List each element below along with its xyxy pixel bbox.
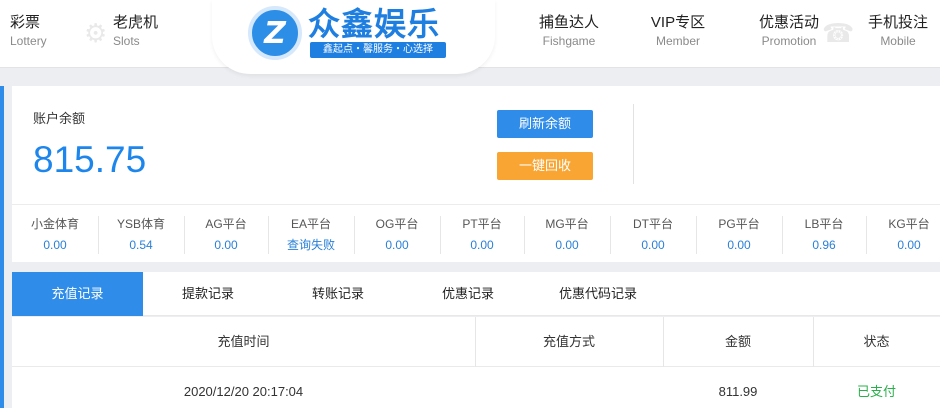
nav-member[interactable]: VIP专区 Member (645, 14, 711, 49)
nav-fishgame-en: Fishgame (542, 34, 596, 48)
refresh-balance-button[interactable]: 刷新余额 (497, 110, 593, 138)
nav-mobile[interactable]: 手机投注 Mobile (864, 14, 932, 49)
nav-lottery-zh: 彩票 (10, 14, 41, 31)
cell-deposit-method (475, 377, 663, 407)
platform-pt: PT平台 0.00 (440, 216, 524, 253)
nav-fishgame-zh: 捕鱼达人 (538, 14, 599, 31)
nav-slots-en: Slots (113, 34, 140, 48)
panel-hr (12, 204, 940, 205)
panel-divider (633, 104, 634, 184)
nav-promotion-zh: 优惠活动 (758, 14, 819, 31)
tab-promo-code-records[interactable]: 优惠代码记录 (533, 272, 663, 316)
platform-name: LB平台 (804, 217, 844, 231)
platform-og: OG平台 0.00 (354, 216, 440, 253)
nav-member-zh: VIP专区 (650, 14, 706, 31)
nav-fishgame[interactable]: 捕鱼达人 Fishgame (536, 14, 602, 49)
platform-name: EA平台 (290, 217, 331, 231)
platform-kg: KG平台 0.00 (866, 216, 940, 253)
platform-name: AG平台 (205, 217, 247, 231)
nav-mobile-zh: 手机投注 (867, 14, 928, 31)
logo-mark-icon: Z (248, 6, 302, 60)
platform-name: OG平台 (375, 217, 419, 231)
platform-dt: DT平台 0.00 (610, 216, 696, 253)
platform-lb: LB平台 0.96 (782, 216, 866, 253)
platform-balance: 0.00 (385, 238, 409, 252)
platform-name: 小金体育 (30, 217, 79, 231)
tab-deposit-records[interactable]: 充值记录 (12, 272, 143, 316)
col-deposit-method: 充值方式 (542, 334, 595, 349)
slot-machine-watermark-icon: ⚙ (84, 18, 108, 48)
phone-watermark-icon: ☎ (822, 18, 855, 48)
platform-name: YSB体育 (116, 217, 165, 231)
platform-balance: 0.00 (641, 238, 665, 252)
nav-promotion[interactable]: 优惠活动 Promotion (752, 14, 826, 49)
nav-promotion-en: Promotion (761, 34, 817, 48)
account-panel: 账户余额 815.75 刷新余额 一键回收 小金体育 0.00 YSB体育 0.… (12, 86, 940, 262)
sidebar-edge (0, 86, 4, 408)
platform-balance: 0.00 (555, 238, 579, 252)
nav-lottery-en: Lottery (10, 34, 47, 48)
platform-name: DT平台 (633, 217, 673, 231)
platform-balance: 0.96 (812, 238, 836, 252)
recall-all-button[interactable]: 一键回收 (497, 152, 593, 180)
deposit-records-table: 充值时间 充值方式 金额 状态 2020/12/20 20:17:04 811.… (12, 317, 940, 408)
tab-withdrawal-records[interactable]: 提款记录 (143, 272, 273, 316)
platform-balance: 0.00 (897, 238, 921, 252)
nav-member-en: Member (655, 34, 700, 48)
platform-ag: AG平台 0.00 (184, 216, 268, 253)
platform-xiaojin: 小金体育 0.00 (12, 216, 98, 253)
platform-balance: 0.00 (43, 238, 67, 252)
table-row: 2020/12/20 20:17:04 811.99 已支付 (12, 377, 940, 407)
platform-name: KG平台 (888, 217, 930, 231)
cell-deposit-time: 2020/12/20 20:17:04 (183, 384, 304, 399)
record-tabs: 充值记录 提款记录 转账记录 优惠记录 优惠代码记录 (12, 272, 940, 316)
cell-status: 已支付 (856, 384, 896, 399)
col-deposit-time: 充值时间 (217, 334, 270, 349)
cell-amount: 811.99 (718, 384, 758, 399)
platform-ysb: YSB体育 0.54 (98, 216, 184, 253)
platform-mg: MG平台 0.00 (524, 216, 610, 253)
nav-mobile-en: Mobile (880, 34, 916, 48)
tab-transfer-records[interactable]: 转账记录 (273, 272, 403, 316)
platform-name: PG平台 (718, 217, 760, 231)
platform-balance: 0.00 (727, 238, 751, 252)
platform-name: MG平台 (545, 217, 589, 231)
balance-value: 815.75 (33, 139, 147, 180)
balance-label: 账户余额 (33, 111, 86, 126)
platform-name: PT平台 (462, 217, 502, 231)
nav-slots[interactable]: 老虎机 Slots (113, 14, 169, 49)
logo-name: 众鑫娱乐 (308, 6, 441, 42)
top-nav: ⚙ ☎ 彩票 Lottery 老虎机 Slots Z 众鑫娱乐 鑫起点・馨服务・… (0, 0, 940, 74)
platform-balance: 0.00 (214, 238, 238, 252)
site-logo[interactable]: Z 众鑫娱乐 鑫起点・馨服务・心选择 (212, 0, 495, 74)
platform-balance: 0.54 (129, 238, 153, 252)
tab-promotion-records[interactable]: 优惠记录 (403, 272, 533, 316)
platform-pg: PG平台 0.00 (696, 216, 782, 253)
table-header: 充值时间 充值方式 金额 状态 (12, 317, 940, 367)
platform-balance: 0.00 (470, 238, 494, 252)
col-amount: 金额 (724, 334, 751, 349)
col-status: 状态 (863, 334, 890, 349)
platform-query-failed-link[interactable]: 查询失败 (268, 237, 354, 253)
nav-lottery[interactable]: 彩票 Lottery (10, 14, 50, 49)
platform-ea[interactable]: EA平台 查询失败 (268, 216, 354, 253)
nav-slots-zh: 老虎机 (113, 14, 159, 31)
logo-slogan: 鑫起点・馨服务・心选择 (310, 42, 446, 58)
